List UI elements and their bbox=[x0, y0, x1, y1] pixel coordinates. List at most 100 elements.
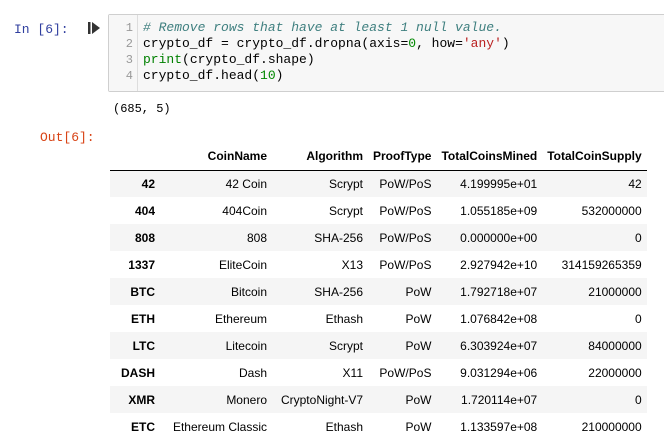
code-comment: # Remove rows that have at least 1 null … bbox=[143, 20, 502, 35]
table-header-row: CoinName Algorithm ProofType TotalCoinsM… bbox=[110, 143, 647, 171]
row-index: ETC bbox=[131, 419, 155, 434]
table-cell: PoW bbox=[405, 392, 432, 407]
code-number: 0 bbox=[408, 36, 417, 51]
column-header-algorithm: Algorithm bbox=[272, 143, 368, 171]
line-number: 3 bbox=[125, 53, 133, 67]
table-cell: 0 bbox=[634, 311, 642, 326]
code-line-2[interactable]: crypto_df = crypto_df.dropna(axis=0, how… bbox=[143, 36, 510, 52]
code-line-1[interactable]: # Remove rows that have at least 1 null … bbox=[143, 20, 502, 36]
table-cell: CryptoNight-V7 bbox=[280, 392, 363, 407]
notebook: In [6]: 1 2 3 4 # Remove rows that have … bbox=[0, 0, 665, 444]
table-row: BTC Bitcoin SHA-256 PoW 1.792718e+07 210… bbox=[110, 278, 647, 305]
row-index: 42 bbox=[141, 176, 155, 191]
table-cell: Scrypt bbox=[328, 176, 363, 191]
table-cell: 0 bbox=[634, 230, 642, 245]
row-index: 404 bbox=[134, 203, 155, 218]
table-cell: Scrypt bbox=[328, 203, 363, 218]
table-cell: 4.199995e+01 bbox=[460, 176, 538, 191]
table-cell: 314159265359 bbox=[561, 257, 642, 272]
table-cell: EliteCoin bbox=[218, 257, 267, 272]
code-number: 10 bbox=[260, 68, 276, 83]
column-header-prooftype: ProofType bbox=[368, 143, 437, 171]
code-token: crypto_df.head( bbox=[143, 68, 261, 83]
column-header-coinname: CoinName bbox=[160, 143, 272, 171]
table-cell: PoW/PoS bbox=[379, 365, 432, 380]
table-cell: PoW/PoS bbox=[379, 230, 432, 245]
table-cell: Ethereum bbox=[214, 311, 267, 326]
table-row: 404 404Coin Scrypt PoW/PoS 1.055185e+09 … bbox=[110, 197, 647, 224]
table-cell: 42 Coin bbox=[225, 176, 267, 191]
column-header-totalcoinsmined: TotalCoinsMined bbox=[436, 143, 543, 171]
table-cell: SHA-256 bbox=[314, 230, 363, 245]
table-cell: 0.000000e+00 bbox=[460, 230, 538, 245]
table-cell: 22000000 bbox=[588, 365, 642, 380]
table-cell: Bitcoin bbox=[230, 284, 267, 299]
line-number: 1 bbox=[125, 21, 133, 35]
run-cell-icon[interactable] bbox=[87, 21, 101, 35]
table-cell: 9.031294e+06 bbox=[460, 365, 538, 380]
table-cell: X13 bbox=[341, 257, 363, 272]
table-cell: 84000000 bbox=[588, 338, 642, 353]
table-cell: PoW/PoS bbox=[379, 203, 432, 218]
input-prompt: In [6]: bbox=[14, 22, 69, 37]
column-header-index bbox=[110, 143, 160, 171]
table-cell: 6.303924e+07 bbox=[460, 338, 538, 353]
column-header-totalcoinsupply: TotalCoinSupply bbox=[542, 143, 647, 171]
table-cell: 808 bbox=[246, 230, 267, 245]
table-cell: Ethash bbox=[325, 311, 363, 326]
table-row: LTC Litecoin Scrypt PoW 6.303924e+07 840… bbox=[110, 332, 647, 359]
code-builtin: print bbox=[143, 52, 183, 67]
table-cell: PoW/PoS bbox=[379, 176, 432, 191]
table-cell: PoW/PoS bbox=[379, 257, 432, 272]
table-row: 42 42 Coin Scrypt PoW/PoS 4.199995e+01 4… bbox=[110, 170, 647, 197]
table-cell: Ethash bbox=[325, 419, 363, 434]
table-body: 42 42 Coin Scrypt PoW/PoS 4.199995e+01 4… bbox=[110, 170, 647, 440]
row-index: 808 bbox=[134, 230, 155, 245]
code-cell-editor[interactable]: 1 2 3 4 # Remove rows that have at least… bbox=[108, 14, 664, 92]
row-index: 1337 bbox=[128, 257, 155, 272]
dataframe-table: CoinName Algorithm ProofType TotalCoinsM… bbox=[110, 143, 647, 440]
row-index: BTC bbox=[130, 284, 155, 299]
table-cell: Dash bbox=[238, 365, 267, 380]
table-cell: 2.927942e+10 bbox=[460, 257, 538, 272]
table-cell: Litecoin bbox=[225, 338, 267, 353]
table-cell: PoW bbox=[405, 284, 432, 299]
table-cell: PoW bbox=[405, 338, 432, 353]
output-prompt: Out[6]: bbox=[40, 130, 95, 145]
table-cell: 42 bbox=[628, 176, 642, 191]
table-cell: Ethereum Classic bbox=[172, 419, 267, 434]
code-token: crypto_df = crypto_df.dropna(axis= bbox=[143, 36, 409, 51]
table-row: 808 808 SHA-256 PoW/PoS 0.000000e+00 0 bbox=[110, 224, 647, 251]
code-token: , how= bbox=[416, 36, 463, 51]
table-cell: X11 bbox=[342, 365, 363, 380]
table-cell: PoW bbox=[405, 419, 432, 434]
row-index: DASH bbox=[120, 365, 155, 380]
code-token: ) bbox=[275, 68, 284, 83]
table-cell: 1.792718e+07 bbox=[460, 284, 538, 299]
table-cell: 21000000 bbox=[588, 284, 642, 299]
table-cell: 1.055185e+09 bbox=[460, 203, 538, 218]
row-index: XMR bbox=[128, 392, 155, 407]
table-cell: PoW bbox=[405, 311, 432, 326]
table-cell: 210000000 bbox=[581, 419, 642, 434]
table-cell: 1.720114e+07 bbox=[461, 392, 538, 407]
code-token: (crypto_df.shape) bbox=[182, 52, 315, 67]
table-cell: 1.133597e+08 bbox=[460, 419, 538, 434]
table-cell: 0 bbox=[634, 392, 642, 407]
table-cell: Monero bbox=[226, 392, 267, 407]
table-cell: SHA-256 bbox=[314, 284, 363, 299]
table-row: 1337 EliteCoin X13 PoW/PoS 2.927942e+10 … bbox=[110, 251, 647, 278]
table-row: ETH Ethereum Ethash PoW 1.076842e+08 0 bbox=[110, 305, 647, 332]
code-line-4[interactable]: crypto_df.head(10) bbox=[143, 68, 283, 84]
stdout-output: (685, 5) bbox=[113, 102, 171, 116]
code-token: ) bbox=[501, 36, 510, 51]
table-row: DASH Dash X11 PoW/PoS 9.031294e+06 22000… bbox=[110, 359, 647, 386]
code-string: 'any' bbox=[462, 36, 502, 51]
row-index: ETH bbox=[131, 311, 155, 326]
line-number-gutter: 1 2 3 4 bbox=[109, 15, 138, 91]
table-row: ETC Ethereum Classic Ethash PoW 1.133597… bbox=[110, 413, 647, 440]
code-line-3[interactable]: print(crypto_df.shape) bbox=[143, 52, 315, 68]
row-index: LTC bbox=[132, 338, 155, 353]
line-number: 4 bbox=[125, 69, 133, 83]
table-cell: Scrypt bbox=[328, 338, 363, 353]
